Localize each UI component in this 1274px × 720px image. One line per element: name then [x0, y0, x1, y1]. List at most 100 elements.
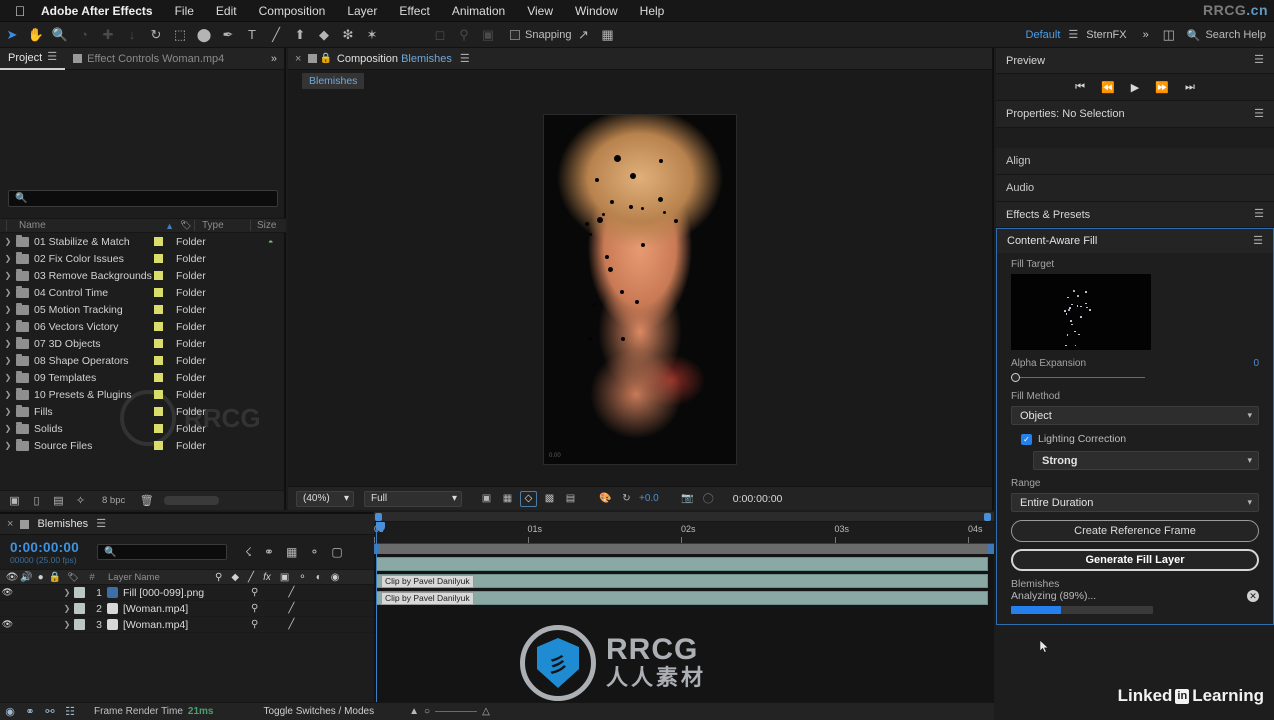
preview-panel-menu-icon[interactable]: ☰ — [1254, 55, 1264, 66]
range-dropdown[interactable]: Entire Duration ▾ — [1011, 493, 1259, 512]
draft-3d-icon[interactable]: ⚭ — [264, 545, 274, 559]
align-panel-header[interactable]: Align — [996, 148, 1274, 175]
generate-fill-layer-button[interactable]: Generate Fill Layer — [1011, 549, 1259, 571]
pixel-aspect-icon[interactable]: ▤ — [562, 491, 579, 507]
disclosure-triangle-icon[interactable]: ❯ — [0, 356, 16, 365]
orbit-tool-icon[interactable]: ◔ — [72, 23, 96, 47]
zoom-tool-icon[interactable]: 🔍 — [48, 23, 72, 47]
bit-depth-label[interactable]: 8 bpc — [94, 495, 133, 506]
tab-effect-controls[interactable]: Effect Controls Woman.mp4 — [65, 48, 232, 70]
pan-behind-tool-icon[interactable]: ✚ — [96, 23, 120, 47]
breadcrumb-item-blemishes[interactable]: Blemishes — [302, 73, 365, 89]
apple-icon[interactable]:  — [10, 4, 30, 18]
shy-switch-icon[interactable]: ⚲ — [251, 619, 258, 630]
workspace-default[interactable]: Default — [1018, 29, 1069, 41]
frame-blending-icon[interactable]: ⚬ — [309, 545, 319, 559]
disclosure-triangle-icon[interactable]: ❯ — [0, 322, 16, 331]
shape-tool-icon[interactable]: ⬤ — [192, 23, 216, 47]
close-icon[interactable]: × — [288, 53, 308, 65]
timeline-tab-label[interactable]: Blemishes — [29, 518, 96, 530]
exposure-reset-icon[interactable]: ↻ — [618, 491, 635, 507]
disclosure-triangle-icon[interactable]: ❯ — [0, 407, 16, 416]
disclosure-triangle-icon[interactable]: ❯ — [0, 254, 16, 263]
project-item-row[interactable]: ❯ 10 Presets & Plugins Folder — [0, 386, 286, 403]
label-color-swatch[interactable] — [154, 373, 176, 382]
shy-switch-icon[interactable]: ⚲ — [251, 587, 258, 598]
project-item-row[interactable]: ❯ 01 Stabilize & Match Folder ◓ — [0, 233, 286, 250]
menu-item-composition[interactable]: Composition — [248, 4, 337, 18]
label-color-swatch[interactable] — [154, 237, 176, 246]
resolution-dropdown[interactable]: Full ▾ — [364, 490, 462, 507]
shy-switch-icon[interactable]: ⚲ — [251, 603, 258, 614]
project-item-row[interactable]: ❯ 09 Templates Folder — [0, 369, 286, 386]
search-help-field[interactable]: 🔍 Search Help — [1181, 29, 1274, 42]
project-item-row[interactable]: ❯ 02 Fix Color Issues Folder — [0, 250, 286, 267]
interpret-footage-icon[interactable]: ✧ — [72, 494, 89, 508]
snap-angle-icon[interactable]: ↗ — [572, 23, 596, 47]
first-frame-icon[interactable]: ⏮ — [1075, 81, 1085, 94]
lighting-correction-dropdown[interactable]: Strong ▾ — [1033, 451, 1259, 470]
3d-view-icon[interactable]: ◇ — [520, 490, 537, 507]
channel-rgb-icon[interactable]: 🎨 — [597, 491, 614, 507]
effects-presets-header[interactable]: Effects & Presets ☰ — [996, 202, 1274, 228]
project-item-row[interactable]: ❯ 05 Motion Tracking Folder — [0, 301, 286, 318]
zoom-in-icon[interactable]: △ — [482, 706, 490, 717]
zoom-out-icon[interactable]: ▲ — [409, 706, 419, 717]
lighting-correction-checkbox-row[interactable]: ✓ Lighting Correction — [1021, 433, 1259, 445]
sort-ascending-icon[interactable]: ▲ — [165, 221, 180, 231]
label-color-swatch[interactable] — [154, 271, 176, 280]
composition-panel-menu-icon[interactable]: ☰ — [452, 52, 478, 65]
move-tool-icon[interactable]: ↓ — [120, 23, 144, 47]
layer-label-swatch[interactable] — [74, 587, 85, 598]
new-composition-icon[interactable]: ▣ — [6, 494, 23, 508]
work-area-end-handle[interactable] — [988, 544, 994, 554]
new-folder-icon[interactable]: ▯ — [28, 494, 45, 508]
project-item-row[interactable]: ❯ 07 3D Objects Folder — [0, 335, 286, 352]
workspace-layout-icon[interactable]: ◫ — [1157, 23, 1181, 47]
layer-name[interactable]: [Woman.mp4] — [107, 603, 243, 615]
snapping-checkbox-icon[interactable] — [510, 29, 520, 40]
disclosure-triangle-icon[interactable]: ❯ — [0, 373, 16, 382]
view-layout-icon[interactable]: ▩ — [541, 491, 558, 507]
roto-brush-tool-icon[interactable]: ❇ — [336, 23, 360, 47]
quality-switch-icon[interactable]: ╱ — [288, 587, 294, 598]
slider-knob[interactable] — [1011, 372, 1020, 382]
layer-disclosure-icon[interactable]: ❯ — [60, 588, 74, 597]
layer-visibility-icon[interactable]: 👁 — [0, 587, 15, 598]
disclosure-triangle-icon[interactable]: ❯ — [0, 441, 16, 450]
audio-panel-header[interactable]: Audio — [996, 175, 1274, 202]
transparency-grid-icon[interactable]: ▦ — [499, 491, 516, 507]
label-color-swatch[interactable] — [154, 407, 176, 416]
project-item-row[interactable]: ❯ 04 Control Time Folder — [0, 284, 286, 301]
disclosure-triangle-icon[interactable]: ❯ — [0, 339, 16, 348]
label-color-swatch[interactable] — [154, 390, 176, 399]
panel-overflow-icon[interactable]: » — [271, 53, 277, 65]
snapshot-camera-icon[interactable]: 📷 — [679, 491, 696, 507]
graph-editor-icon[interactable]: ⚯ — [40, 705, 60, 718]
disclosure-triangle-icon[interactable]: ❯ — [0, 237, 16, 246]
label-color-swatch[interactable] — [154, 305, 176, 314]
workspace-menu-icon[interactable]: ☰ — [1068, 29, 1078, 41]
layer-label-swatch[interactable] — [74, 619, 85, 630]
label-color-swatch[interactable] — [154, 322, 176, 331]
lock-icon[interactable]: 🔒 — [317, 53, 336, 64]
content-aware-fill-menu-icon[interactable]: ☰ — [1253, 235, 1263, 247]
viewer-timecode[interactable]: 0:00:00:00 — [727, 493, 789, 505]
project-item-row[interactable]: ❯ Solids Folder — [0, 420, 286, 437]
show-snapshot-icon[interactable]: ◯ — [700, 491, 717, 507]
layer-label-swatch[interactable] — [74, 603, 85, 614]
track-row-1[interactable] — [376, 557, 988, 571]
properties-panel-menu-icon[interactable]: ☰ — [1254, 108, 1264, 120]
puppet-pin-tool-icon[interactable]: ✶ — [360, 23, 384, 47]
hand-tool-icon[interactable]: ✋ — [24, 23, 48, 47]
layer-name[interactable]: Fill [000-099].png — [107, 587, 243, 599]
cancel-analysis-icon[interactable]: ✕ — [1247, 590, 1259, 602]
work-area-bar[interactable] — [374, 544, 994, 554]
content-aware-fill-header[interactable]: Content-Aware Fill ☰ — [997, 229, 1273, 253]
snapping-toggle[interactable]: Snapping — [510, 29, 572, 41]
quality-switch-icon[interactable]: ╱ — [288, 619, 294, 630]
column-header-name[interactable]: Name — [6, 220, 165, 231]
label-color-swatch[interactable] — [154, 356, 176, 365]
disclosure-triangle-icon[interactable]: ❯ — [0, 271, 16, 280]
timeline-current-time[interactable]: 0:00:00:00 00000 (25.00 fps) — [0, 540, 79, 565]
